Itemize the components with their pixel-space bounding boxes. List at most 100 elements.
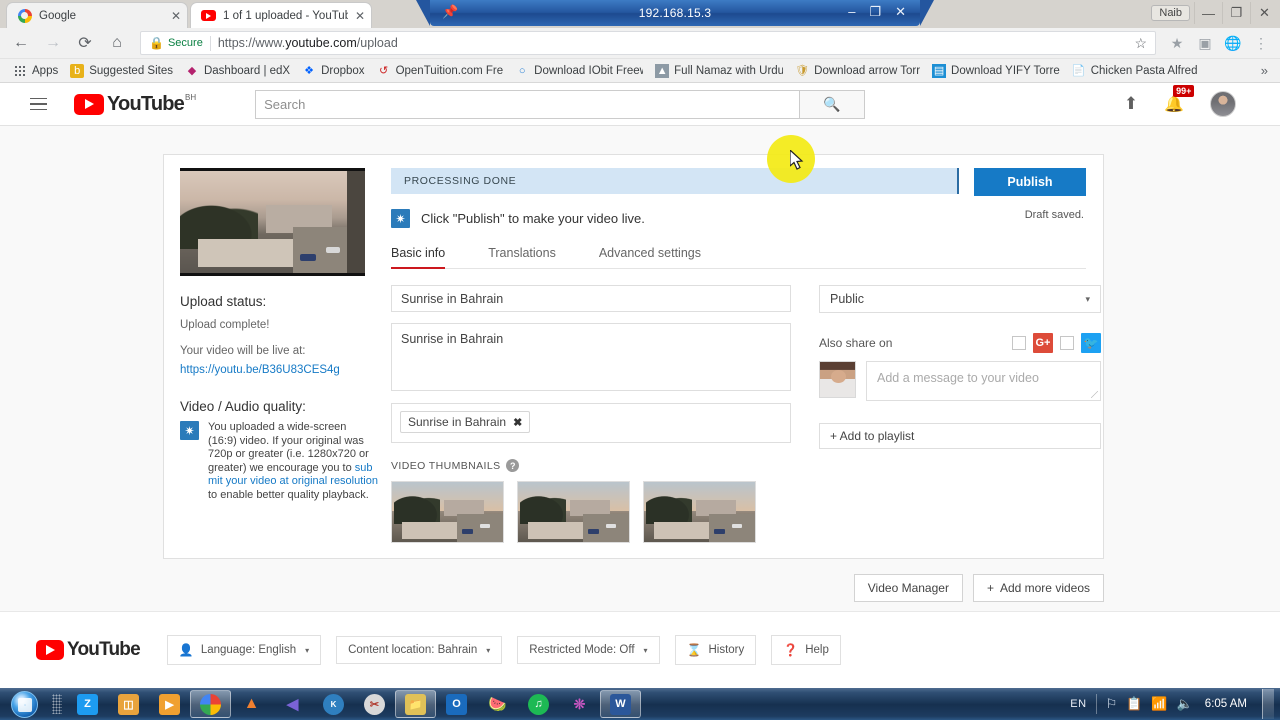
taskbar-item-colors-app[interactable]: ❊: [559, 689, 600, 719]
help-icon[interactable]: ?: [506, 459, 520, 472]
tag-chip[interactable]: Sunrise in Bahrain ✖: [400, 411, 531, 433]
restricted-mode-button[interactable]: Restricted Mode: Off ▾: [517, 636, 660, 664]
video-preview-thumbnail[interactable]: [180, 168, 365, 276]
reload-button[interactable]: ⟳: [70, 29, 100, 57]
rdp-minimize-button[interactable]: –: [848, 3, 855, 21]
video-description-input[interactable]: Sunrise in Bahrain: [391, 323, 791, 391]
globe-icon[interactable]: 🌐: [1220, 30, 1246, 56]
publish-button[interactable]: Publish: [974, 168, 1086, 196]
taskbar-item-chrome[interactable]: [190, 690, 231, 718]
youtube-play-icon: [36, 640, 64, 660]
forward-button[interactable]: →: [38, 29, 68, 57]
bookmark-namaz[interactable]: ▲ Full Namaz with Urdu: [650, 62, 788, 80]
close-icon[interactable]: ✕: [355, 9, 365, 23]
bookmark-label: Dashboard | edX: [203, 64, 291, 77]
profile-button[interactable]: Naib: [1151, 5, 1190, 21]
thumbnail-option-3[interactable]: [643, 481, 756, 543]
privacy-select[interactable]: Public ▾: [819, 285, 1101, 313]
footer-logo[interactable]: YouTube: [36, 639, 141, 661]
video-title-input[interactable]: [391, 285, 791, 312]
start-button[interactable]: [1, 689, 47, 719]
hamburger-icon[interactable]: [30, 92, 54, 116]
video-tags-input[interactable]: Sunrise in Bahrain ✖: [391, 403, 791, 443]
lock-icon: 🔒 Secure: [149, 36, 203, 50]
show-desktop-button[interactable]: [1262, 689, 1274, 719]
taskbar-item-k-lite[interactable]: K: [313, 689, 354, 719]
url-domain: youtube.com: [285, 36, 357, 50]
tab-translations[interactable]: Translations: [488, 240, 556, 268]
address-bar[interactable]: 🔒 Secure https://www.youtube.com/upload …: [140, 31, 1156, 55]
bookmark-iobit[interactable]: ○ Download IObit Freew: [510, 62, 648, 80]
taskbar-item-snipping-tool[interactable]: ✂: [354, 689, 395, 719]
taskbar-clock[interactable]: 6:05 AM: [1205, 698, 1247, 710]
pdf-icon[interactable]: ▣: [1192, 30, 1218, 56]
taskbar-item-vlc[interactable]: ▲: [231, 689, 272, 719]
taskbar-item-explorer[interactable]: ◫: [108, 689, 149, 719]
share-message-input[interactable]: Add a message to your video: [866, 361, 1101, 401]
content-location-button[interactable]: Content location: Bahrain ▾: [336, 636, 503, 664]
twitter-checkbox[interactable]: [1060, 336, 1074, 350]
also-share-row: Also share on G+ 🐦: [819, 333, 1101, 353]
upload-icon[interactable]: ⬆: [1124, 94, 1138, 114]
bookmark-dropbox[interactable]: ❖ Dropbox: [297, 62, 369, 80]
volume-icon[interactable]: 🔈: [1177, 696, 1193, 712]
bookmark-apps[interactable]: Apps: [8, 62, 63, 80]
history-button[interactable]: ⌛ History: [674, 635, 757, 665]
minimize-button[interactable]: —: [1194, 2, 1222, 24]
taskbar-item-kmplayer[interactable]: ◀: [272, 689, 313, 719]
live-at-label: Your video will be live at:: [180, 345, 306, 357]
back-button[interactable]: ←: [6, 29, 36, 57]
add-to-playlist-button[interactable]: + Add to playlist: [819, 423, 1101, 449]
quicklaunch-grip[interactable]: [52, 694, 62, 714]
gplus-checkbox[interactable]: [1012, 336, 1026, 350]
bookmark-suggested-sites[interactable]: b Suggested Sites: [65, 62, 178, 80]
taskbar-item-folder-window[interactable]: 📁: [395, 690, 436, 718]
browser-tab-google[interactable]: Google ✕: [6, 2, 188, 28]
tab-basic-info[interactable]: Basic info: [391, 240, 446, 269]
browser-tab-youtube[interactable]: 1 of 1 uploaded - YouTub ✕: [190, 2, 372, 28]
taskbar-item-fruity-loops[interactable]: 🍉: [477, 689, 518, 719]
search-input[interactable]: Search: [255, 89, 801, 119]
google-plus-icon[interactable]: G+: [1033, 333, 1053, 353]
thumbnail-option-1[interactable]: [391, 481, 504, 543]
bookmark-yify-torrent[interactable]: ▤ Download YIFY Torre: [927, 62, 1065, 80]
bookmark-arrow-torrent[interactable]: 🛡 Download arrow Torr: [790, 62, 925, 80]
help-button[interactable]: ❓ Help: [771, 635, 841, 665]
action-center-icon[interactable]: 📋: [1126, 696, 1142, 712]
signal-icon[interactable]: 📶: [1151, 696, 1167, 712]
bookmark-opentuition[interactable]: ↺ OpenTuition.com Fre: [372, 62, 509, 80]
rdp-close-button[interactable]: ✕: [895, 3, 906, 21]
explorer-icon: ◫: [118, 693, 139, 715]
video-manager-button[interactable]: Video Manager: [853, 574, 963, 602]
youtube-logo[interactable]: YouTube BH: [74, 93, 196, 115]
tab-advanced-settings[interactable]: Advanced settings: [599, 240, 701, 268]
twitter-icon[interactable]: 🐦: [1081, 333, 1101, 353]
bookmark-chicken-pasta[interactable]: 📄 Chicken Pasta Alfred: [1067, 62, 1203, 80]
taskbar-item-zoom-app[interactable]: Z: [67, 689, 108, 719]
search-icon[interactable]: 🔍: [800, 89, 866, 119]
add-more-videos-button[interactable]: + Add more videos: [972, 574, 1104, 602]
video-live-url[interactable]: https://youtu.be/B36U83CES4g: [180, 364, 340, 376]
close-icon[interactable]: ✖: [513, 416, 522, 429]
taskbar-item-spotify[interactable]: ♫: [518, 689, 559, 719]
star-icon[interactable]: ★: [1164, 30, 1190, 56]
menu-icon[interactable]: ⋮: [1248, 30, 1274, 56]
bookmark-edx[interactable]: ◆ Dashboard | edX: [180, 62, 295, 80]
notifications-button[interactable]: 🔔 99+: [1164, 85, 1195, 114]
close-icon[interactable]: ✕: [171, 9, 181, 23]
taskbar-item-outlook[interactable]: O: [436, 689, 477, 719]
taskbar-item-word[interactable]: W: [600, 690, 641, 718]
network-error-icon[interactable]: ⚐: [1106, 696, 1118, 712]
home-button[interactable]: ⌂: [102, 29, 132, 57]
avatar[interactable]: [1210, 91, 1236, 117]
language-indicator[interactable]: EN: [1070, 698, 1086, 710]
taskbar-item-media-player[interactable]: ▶: [149, 689, 190, 719]
rdp-restore-button[interactable]: ❐: [869, 3, 881, 21]
close-button[interactable]: ✕: [1250, 2, 1278, 24]
bookmark-star-icon[interactable]: ☆: [1134, 35, 1147, 52]
thumbnail-option-2[interactable]: [517, 481, 630, 543]
bookmarks-overflow-icon[interactable]: »: [1261, 63, 1272, 78]
pin-icon[interactable]: 📌: [442, 4, 458, 20]
language-button[interactable]: 👤 Language: English ▾: [166, 635, 322, 665]
restore-button[interactable]: ❐: [1222, 2, 1250, 24]
